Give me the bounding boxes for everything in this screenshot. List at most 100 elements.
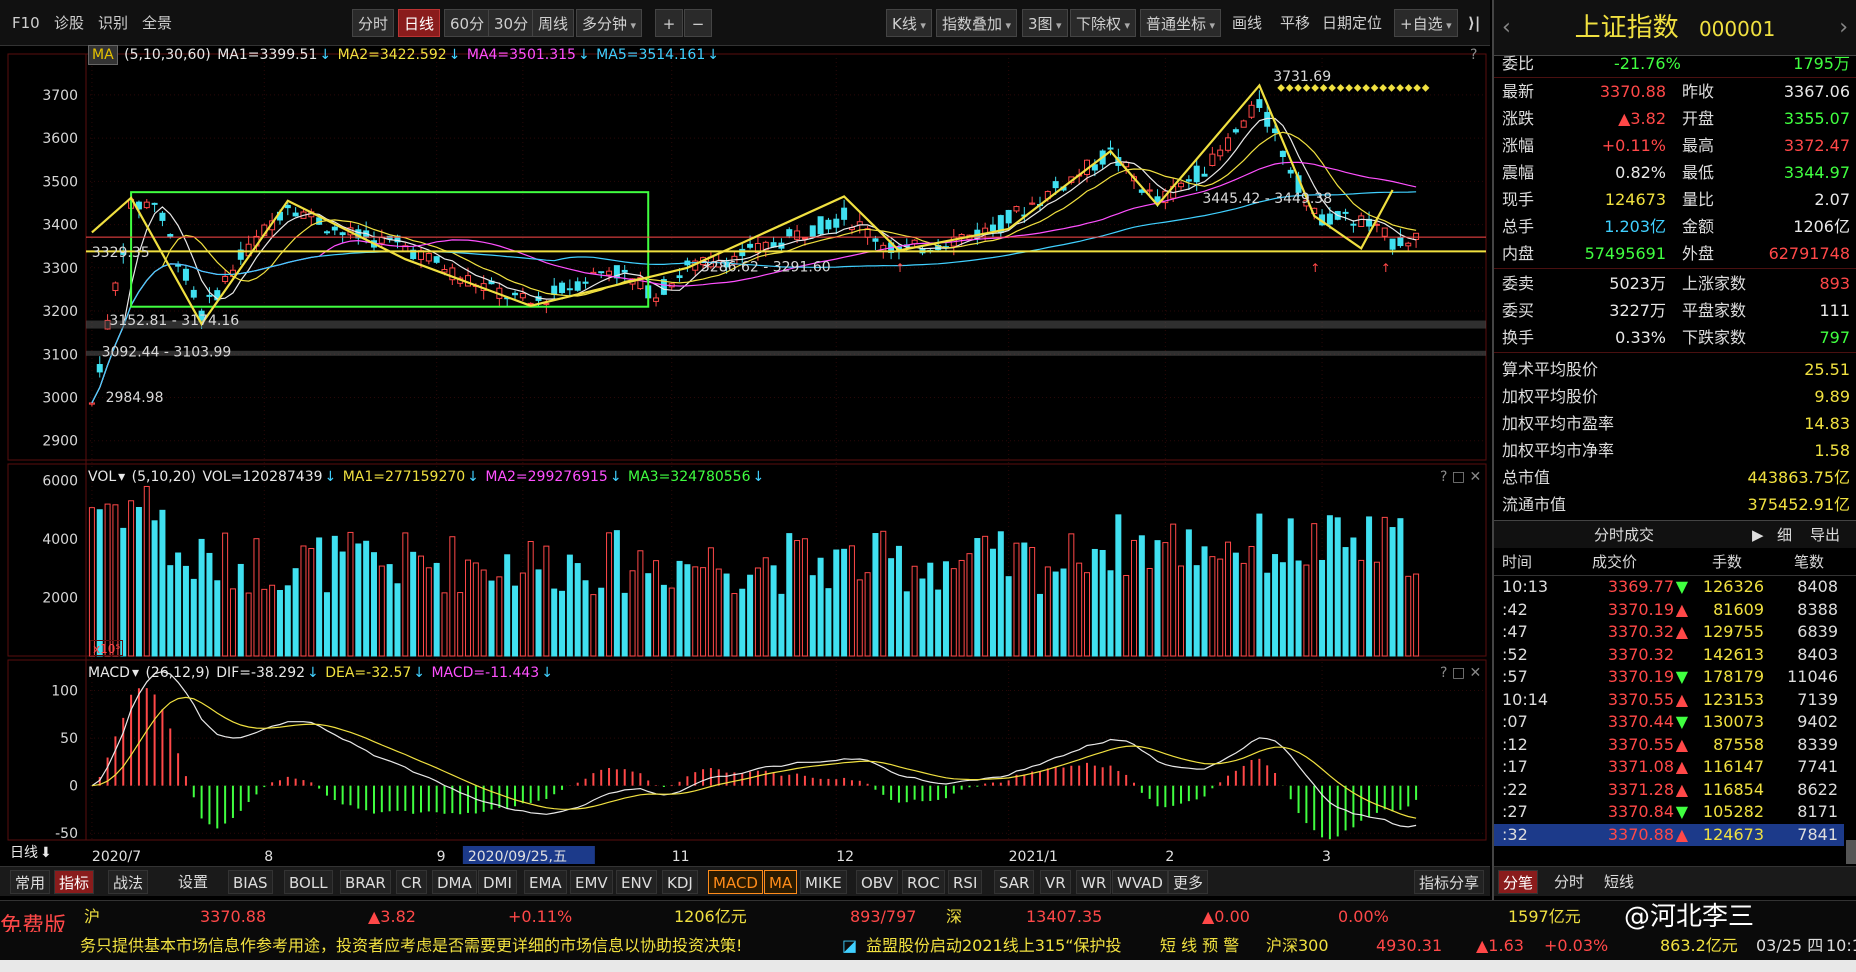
indicator-tab-kdj[interactable]: KDJ	[662, 870, 698, 894]
tick-row[interactable]: :27 3370.84 ▼ 105282 8171	[1494, 801, 1844, 823]
volume-bar	[1146, 567, 1153, 657]
indicator-tab-wr[interactable]: WR	[1076, 870, 1112, 894]
quote-row: 震幅 0.82% 最低 3344.97	[1502, 163, 1850, 182]
pan-button[interactable]: 平移	[1280, 10, 1310, 36]
forward-arrow-icon[interactable]: ›	[1839, 0, 1848, 56]
indicator-tab-dma[interactable]: DMA	[432, 870, 477, 894]
price-help-icon[interactable]: ?	[1470, 44, 1477, 66]
quote-row: 内盘 57495691 外盘 62791748	[1502, 244, 1850, 263]
tick-row[interactable]: :47 3370.32 ▲ 129755 6839	[1494, 621, 1844, 643]
volume-bar	[1107, 570, 1114, 657]
short-alert-button[interactable]: 短 线 预 警	[1160, 932, 1239, 960]
index-code: 000001	[1698, 17, 1776, 41]
f10-button[interactable]: F10	[12, 10, 40, 36]
macd-panel-controls[interactable]: ? □ ✕	[1440, 662, 1481, 684]
coordinate-dropdown[interactable]: 普通坐标	[1140, 9, 1222, 37]
tick-row[interactable]: :57 3370.19 ▼ 178179 11046	[1494, 666, 1844, 688]
period-tab-30min[interactable]: 30分	[488, 9, 535, 37]
tab-fenbi[interactable]: 分笔	[1498, 870, 1539, 894]
volume-bar	[88, 507, 95, 657]
indicator-tab-bias[interactable]: BIAS	[228, 870, 273, 894]
three-chart-dropdown[interactable]: 3图	[1022, 9, 1068, 37]
play-icon[interactable]: ▶	[1752, 521, 1764, 549]
indicator-tab-更多[interactable]: 更多	[1168, 870, 1209, 894]
indicator-tab-sar[interactable]: SAR	[994, 870, 1035, 894]
period-tab-intraday[interactable]: 分时	[352, 9, 395, 37]
kline-dropdown[interactable]: K线	[886, 9, 932, 37]
tab-fenshi[interactable]: 分时	[1550, 870, 1588, 894]
period-tab-daily[interactable]: 日线	[398, 9, 441, 37]
ticks-scrollbar[interactable]	[1846, 840, 1856, 864]
date-locate-button[interactable]: 日期定位	[1322, 10, 1382, 36]
tick-row[interactable]: 10:13 3369.77 ▼ 126326 8408	[1494, 576, 1844, 598]
indicator-tab-macd[interactable]: MACD	[708, 870, 763, 894]
volume-bar	[731, 593, 738, 657]
identify-button[interactable]: 识别	[98, 10, 128, 36]
x-tick-label: 9	[437, 849, 446, 865]
candle-body	[1225, 137, 1232, 151]
candle-body	[1342, 211, 1349, 214]
zoom-out-button[interactable]: −	[684, 9, 712, 37]
draw-line-button[interactable]: 画线	[1232, 10, 1262, 36]
macd-tick-label: 50	[60, 731, 78, 747]
ma-indicator-select[interactable]: MA	[88, 45, 118, 65]
indicator-tab-brar[interactable]: BRAR	[340, 870, 391, 894]
vol-indicator-select[interactable]: VOL	[88, 469, 116, 485]
tab-settings[interactable]: 设置	[174, 870, 212, 894]
candle-body	[190, 289, 197, 298]
indicator-tab-emv[interactable]: EMV	[570, 870, 613, 894]
tab-indicator[interactable]: 指标	[54, 870, 95, 894]
export-button[interactable]: 导出	[1810, 521, 1840, 549]
tick-row[interactable]: :52 3370.32 142613 8403	[1494, 644, 1844, 666]
tab-strategy[interactable]: 战法	[108, 870, 149, 894]
indicator-tab-ema[interactable]: EMA	[524, 870, 567, 894]
panorama-button[interactable]: 全景	[142, 10, 172, 36]
volume-bar	[1389, 527, 1396, 657]
macd-indicator-select[interactable]: MACD	[88, 665, 130, 681]
indicator-tab-env[interactable]: ENV	[616, 870, 657, 894]
watermark-text: @河北李三	[1624, 902, 1755, 932]
news-ticker[interactable]: 益盟股份启动2021线上315“保护投	[866, 932, 1122, 960]
ex-rights-dropdown[interactable]: 下除权	[1070, 9, 1137, 37]
tick-row[interactable]: :32 3370.88 ▲ 124673 7841	[1494, 823, 1844, 846]
indicator-tab-obv[interactable]: OBV	[856, 870, 898, 894]
tick-row[interactable]: 10:14 3370.55 ▲ 123153 7139	[1494, 689, 1844, 711]
indicator-tab-vr[interactable]: VR	[1040, 870, 1071, 894]
vol-panel-controls[interactable]: ? □ ✕	[1440, 466, 1481, 488]
indicator-tab-ma[interactable]: MA	[764, 870, 798, 894]
period-tab-multimin[interactable]: 多分钟	[576, 9, 643, 37]
tick-row[interactable]: :12 3370.55 ▲ 87558 8339	[1494, 734, 1844, 756]
news-icon: ◪	[842, 936, 858, 955]
volume-bar	[613, 530, 620, 657]
indicator-tab-mike[interactable]: MIKE	[800, 870, 847, 894]
tab-duanxian[interactable]: 短线	[1600, 870, 1638, 894]
tick-row[interactable]: :07 3370.44 ▼ 130073 9402	[1494, 711, 1844, 733]
tick-row[interactable]: :22 3371.28 ▲ 116854 8622	[1494, 779, 1844, 801]
back-arrow-icon[interactable]: ‹	[1502, 0, 1511, 56]
indicator-tab-cr[interactable]: CR	[396, 870, 427, 894]
volume-bar	[1366, 516, 1373, 657]
candle-body	[1350, 223, 1357, 226]
volume-bar	[551, 588, 558, 657]
zoom-in-button[interactable]: +	[655, 9, 683, 37]
add-watchlist-button[interactable]: +自选	[1394, 9, 1458, 37]
candle-body	[159, 212, 166, 221]
collapse-icon[interactable]: ⟩|	[1468, 10, 1480, 36]
indicator-tab-wvad[interactable]: WVAD	[1112, 870, 1168, 894]
diagnose-button[interactable]: 诊股	[54, 10, 84, 36]
detail-button[interactable]: 细	[1777, 521, 1792, 549]
indicator-tab-roc[interactable]: ROC	[902, 870, 945, 894]
tab-common[interactable]: 常用	[10, 870, 51, 894]
volume-bar	[794, 540, 801, 657]
index-overlay-dropdown[interactable]: 指数叠加	[936, 9, 1018, 37]
period-tab-weekly[interactable]: 周线	[532, 9, 575, 37]
kline-chart-area[interactable]: 370036003500340033003200310030002900 600…	[0, 46, 1490, 866]
x-tick-label: 2021/1	[1009, 849, 1058, 865]
indicator-share-button[interactable]: 指标分享	[1414, 870, 1485, 894]
tick-row[interactable]: :42 3370.19 ▲ 81609 8388	[1494, 599, 1844, 621]
period-tab-60min[interactable]: 60分	[444, 9, 491, 37]
tick-row[interactable]: :17 3371.08 ▲ 116147 7741	[1494, 756, 1844, 778]
indicator-tab-dmi[interactable]: DMI	[478, 870, 517, 894]
indicator-tab-boll[interactable]: BOLL	[284, 870, 333, 894]
indicator-tab-rsi[interactable]: RSI	[948, 870, 983, 894]
